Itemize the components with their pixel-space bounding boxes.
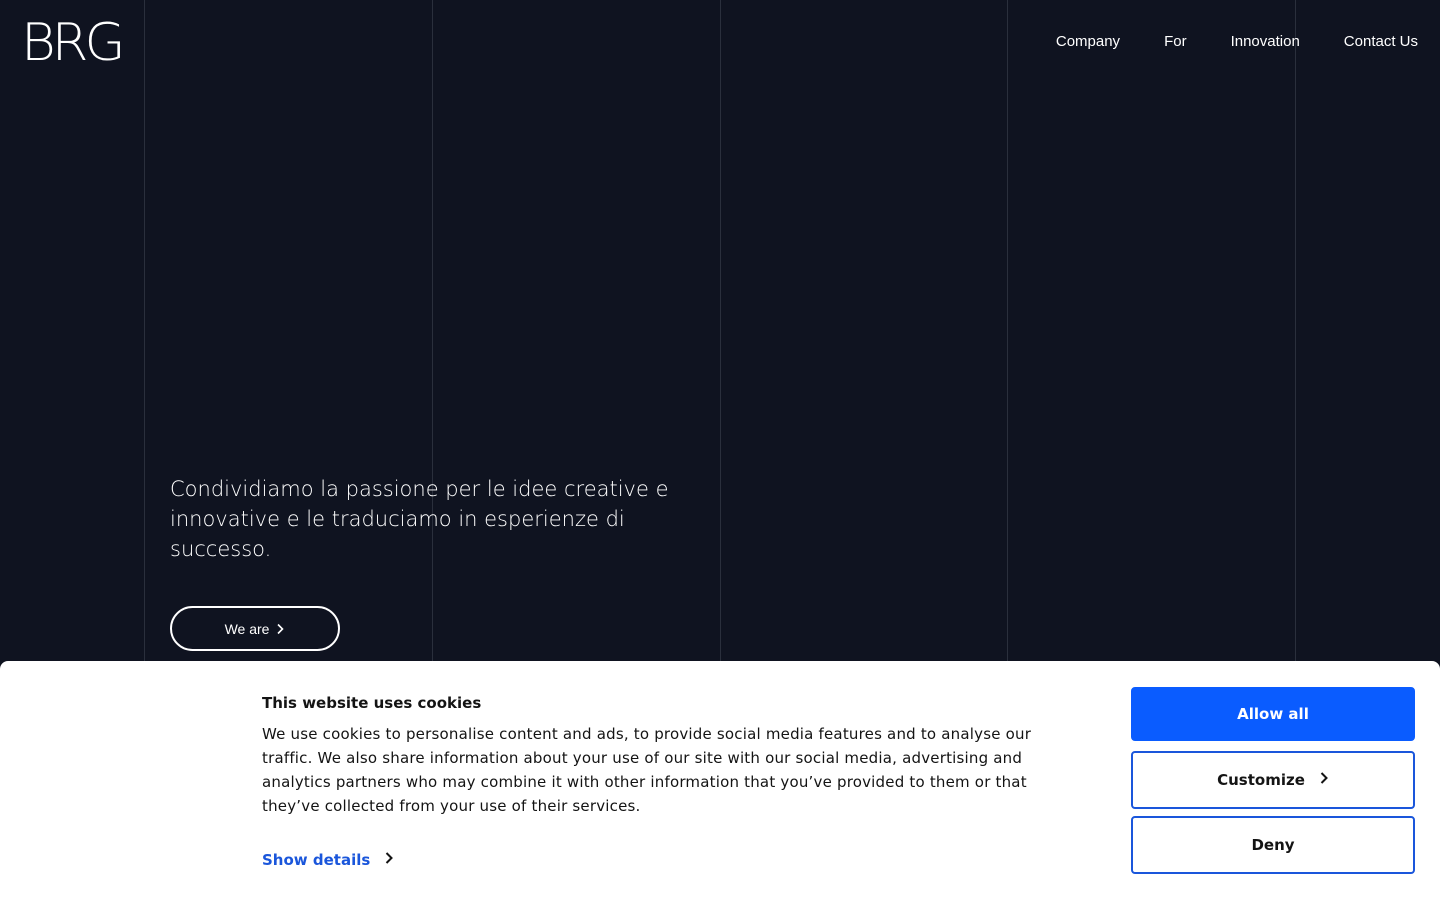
- chevron-right-icon: [275, 623, 285, 635]
- hero-tagline: Condividiamo la passione per le idee cre…: [170, 477, 669, 561]
- we-are-button[interactable]: We are: [170, 606, 340, 651]
- chevron-right-icon: [1319, 771, 1329, 789]
- nav-link-for[interactable]: For: [1164, 32, 1187, 52]
- allow-all-label: Allow all: [1237, 705, 1309, 723]
- nav-link-company[interactable]: Company: [1056, 32, 1120, 52]
- deny-button[interactable]: Deny: [1131, 816, 1415, 874]
- show-details-label: Show details: [262, 851, 371, 869]
- chevron-right-icon: [384, 849, 394, 871]
- main-nav: Company For Innovation Contact Us: [1056, 32, 1418, 52]
- cookie-banner-body: We use cookies to personalise content an…: [262, 725, 1032, 815]
- brg-logo[interactable]: BRG: [21, 17, 126, 69]
- show-details-link[interactable]: Show details: [262, 849, 394, 871]
- customize-button[interactable]: Customize: [1131, 751, 1415, 809]
- customize-label: Customize: [1217, 771, 1305, 789]
- cookie-banner: This website uses cookies We use cookies…: [0, 661, 1440, 900]
- cookie-banner-title: This website uses cookies: [262, 694, 482, 712]
- we-are-button-label: We are: [224, 620, 270, 637]
- nav-link-contact-us[interactable]: Contact Us: [1344, 32, 1418, 52]
- allow-all-button[interactable]: Allow all: [1131, 687, 1415, 741]
- deny-label: Deny: [1251, 836, 1295, 854]
- nav-link-innovation[interactable]: Innovation: [1231, 32, 1300, 52]
